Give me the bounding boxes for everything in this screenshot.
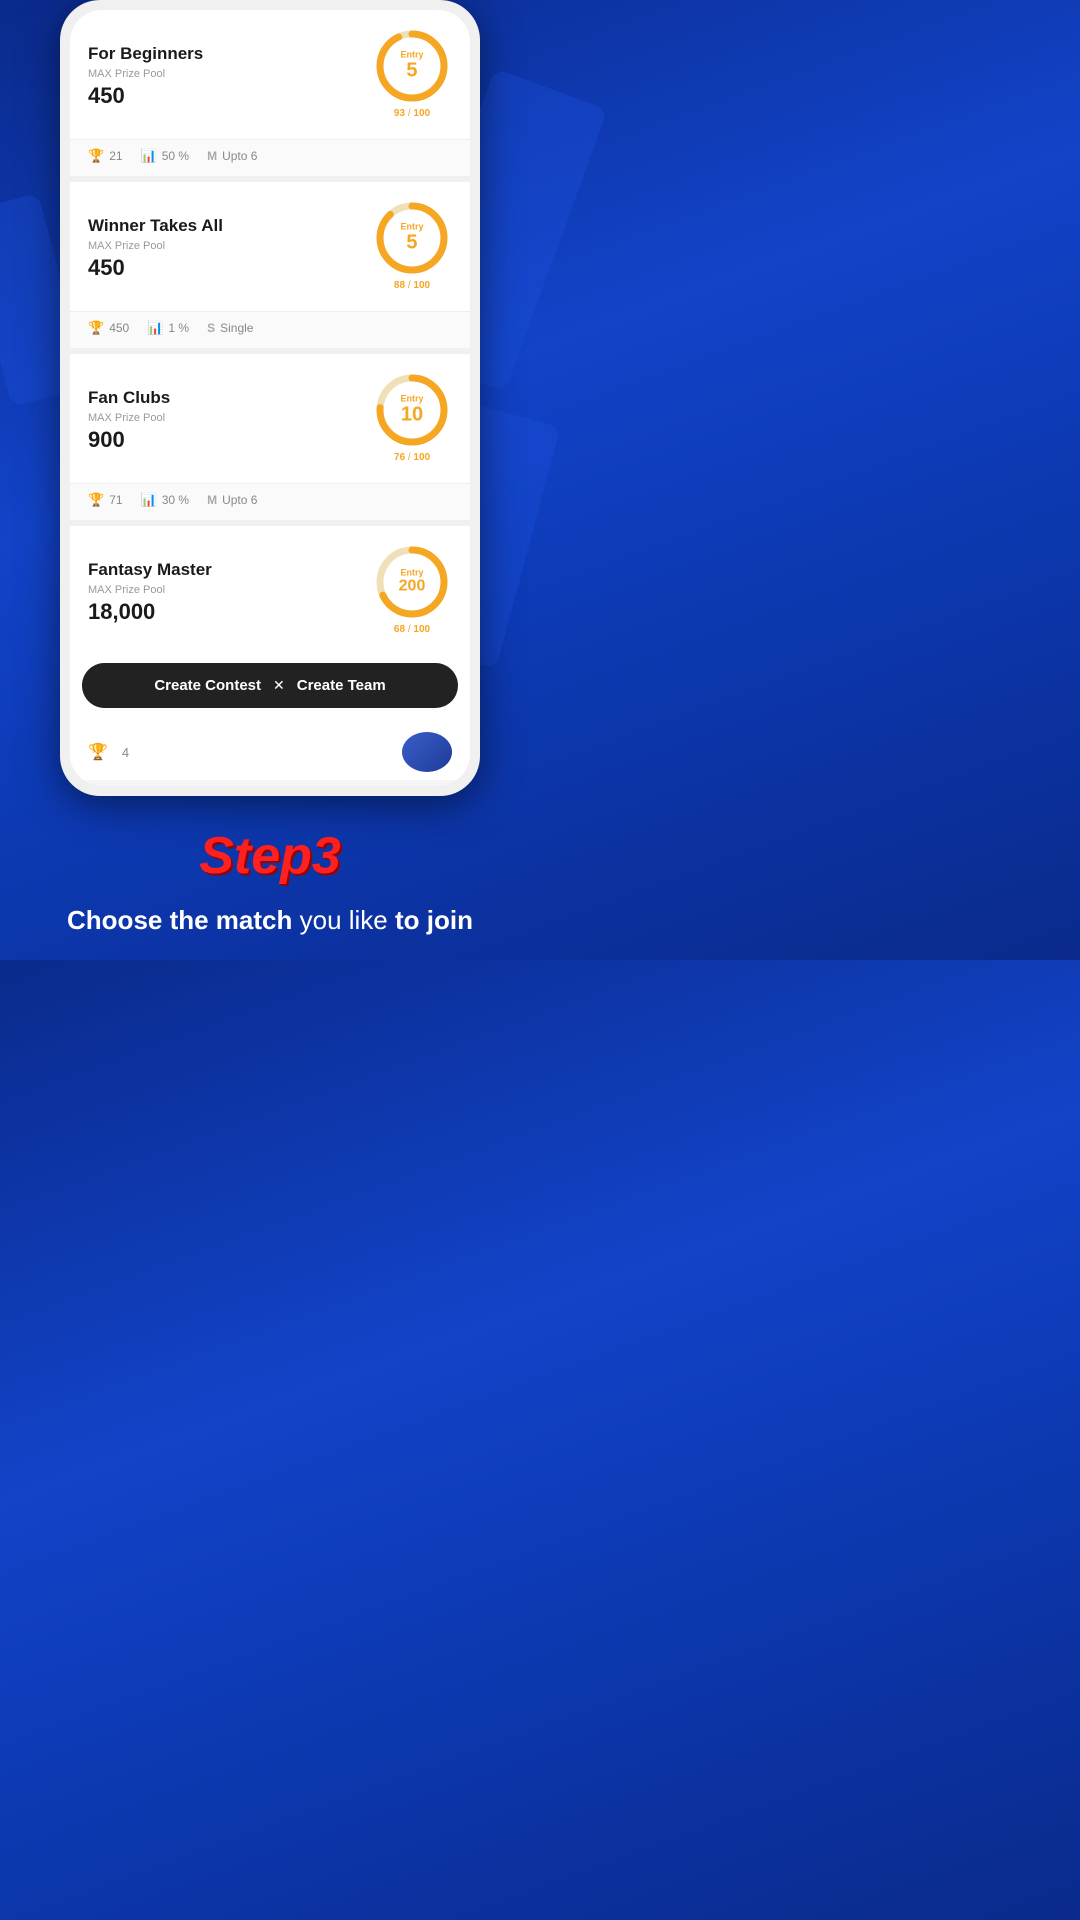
entry-progress-fan-clubs: 76 / 100	[372, 450, 452, 471]
contest-card-winner-takes-all[interactable]: Winner Takes All MAX Prize Pool 450 Entr…	[70, 182, 470, 348]
stat-trophy-for-beginners: 🏆 21	[88, 148, 123, 164]
contest-prize-fan-clubs: 900	[88, 427, 372, 453]
stat-team-for-beginners: M Upto 6	[207, 149, 257, 163]
entry-progress-fantasy-master: 68 / 100	[372, 622, 452, 643]
entry-circle-fantasy-master: Entry 200	[372, 542, 452, 622]
contest-card-fan-clubs[interactable]: Fan Clubs MAX Prize Pool 900 Entry	[70, 354, 470, 520]
action-bar: Create Contest ✕ Create Team	[82, 663, 458, 708]
entry-label-for-beginners: Entry	[400, 49, 423, 59]
stat-percent-winner-takes-all: 📊 1 %	[147, 320, 189, 336]
stat-team-winner-takes-all: S Single	[207, 321, 253, 335]
stat-trophy-winner-takes-all: 🏆 450	[88, 320, 129, 336]
partial-stat: 4	[122, 745, 129, 760]
entry-amount-fantasy-master: 200	[399, 578, 426, 596]
contest-label-winner-takes-all: MAX Prize Pool	[88, 240, 372, 252]
contest-label-fantasy-master: MAX Prize Pool	[88, 584, 372, 596]
contest-title-fan-clubs: Fan Clubs	[88, 388, 372, 408]
partial-next-card: 🏆 4	[70, 716, 470, 780]
stat-team-fan-clubs: M Upto 6	[207, 493, 257, 507]
entry-circle-fan-clubs: Entry 10	[372, 370, 452, 450]
contest-card-fantasy-master[interactable]: Fantasy Master MAX Prize Pool 18,000 Ent…	[70, 526, 470, 780]
entry-progress-winner-takes-all: 88 / 100	[372, 278, 452, 299]
entry-amount-for-beginners: 5	[400, 59, 423, 81]
contest-info-fan-clubs: Fan Clubs MAX Prize Pool 900	[88, 388, 372, 453]
phone-screen: For Beginners MAX Prize Pool 450 Entry	[70, 10, 470, 786]
partial-avatar	[402, 732, 452, 772]
create-team-button[interactable]: Create Team	[297, 677, 386, 694]
entry-label-winner-takes-all: Entry	[400, 221, 423, 231]
action-separator: ✕	[273, 677, 285, 694]
stat-percent-fan-clubs: 📊 30 %	[141, 492, 190, 508]
contest-prize-for-beginners: 450	[88, 83, 372, 109]
entry-progress-for-beginners: 93 / 100	[372, 106, 452, 127]
description-regular: you like	[292, 905, 395, 935]
entry-circle-for-beginners: Entry 5	[372, 26, 452, 106]
multi-icon: M	[207, 149, 217, 163]
create-contest-button[interactable]: Create Contest	[154, 677, 261, 694]
trophy-icon-3: 🏆	[88, 492, 104, 508]
entry-amount-fan-clubs: 10	[400, 403, 423, 425]
step-description: Choose the match you like to join	[20, 902, 520, 938]
phone-frame: For Beginners MAX Prize Pool 450 Entry	[60, 0, 480, 796]
trophy-icon-4: 🏆	[88, 742, 108, 762]
trophy-icon-2: 🏆	[88, 320, 104, 336]
single-icon: S	[207, 321, 215, 335]
entry-label-fantasy-master: Entry	[399, 568, 426, 578]
entry-amount-winner-takes-all: 5	[400, 231, 423, 253]
chart-icon: 📊	[141, 148, 157, 164]
chart-icon-3: 📊	[141, 492, 157, 508]
bottom-section: Step3 Choose the match you like to join	[0, 796, 540, 958]
stat-trophy-fan-clubs: 🏆 71	[88, 492, 123, 508]
contest-info-fantasy-master: Fantasy Master MAX Prize Pool 18,000	[88, 560, 372, 625]
contest-stats-fan-clubs: 🏆 71 📊 30 % M Upto 6	[70, 483, 470, 520]
contest-label-fan-clubs: MAX Prize Pool	[88, 412, 372, 424]
stat-percent-for-beginners: 📊 50 %	[141, 148, 190, 164]
entry-label-fan-clubs: Entry	[400, 393, 423, 403]
contest-title-winner-takes-all: Winner Takes All	[88, 216, 372, 236]
contests-list: For Beginners MAX Prize Pool 450 Entry	[70, 10, 470, 780]
multi-icon-2: M	[207, 493, 217, 507]
contest-title-fantasy-master: Fantasy Master	[88, 560, 372, 580]
contest-stats-winner-takes-all: 🏆 450 📊 1 % S Single	[70, 311, 470, 348]
description-bold-2: to join	[395, 905, 473, 935]
trophy-icon: 🏆	[88, 148, 104, 164]
contest-stats-for-beginners: 🏆 21 📊 50 % M Upto 6	[70, 139, 470, 176]
contest-card-for-beginners[interactable]: For Beginners MAX Prize Pool 450 Entry	[70, 10, 470, 176]
contest-info-winner-takes-all: Winner Takes All MAX Prize Pool 450	[88, 216, 372, 281]
contest-info-for-beginners: For Beginners MAX Prize Pool 450	[88, 44, 372, 109]
contest-prize-fantasy-master: 18,000	[88, 599, 372, 625]
entry-circle-winner-takes-all: Entry 5	[372, 198, 452, 278]
contest-prize-winner-takes-all: 450	[88, 255, 372, 281]
contest-title-for-beginners: For Beginners	[88, 44, 372, 64]
step-title: Step3	[20, 826, 520, 886]
contest-label-for-beginners: MAX Prize Pool	[88, 68, 372, 80]
chart-icon-2: 📊	[147, 320, 163, 336]
description-bold-1: Choose the match	[67, 905, 292, 935]
